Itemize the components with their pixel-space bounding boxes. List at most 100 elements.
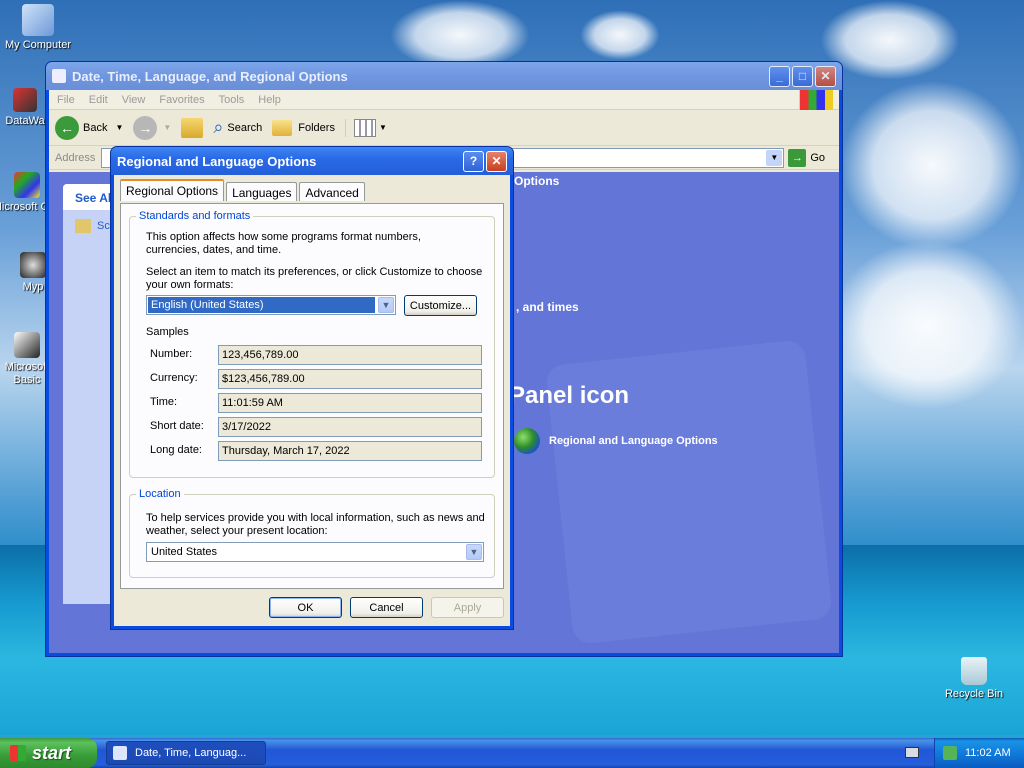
clock[interactable]: 11:02 AM — [965, 747, 1011, 759]
cloud — [390, 0, 530, 70]
go-button[interactable]: → Go — [788, 148, 825, 167]
computer-icon — [22, 4, 54, 36]
sample-long-date-label: Long date: — [150, 444, 202, 456]
sample-currency-label: Currency: — [150, 372, 198, 384]
sample-short-date-label: Short date: — [150, 420, 204, 432]
cancel-button[interactable]: Cancel — [350, 597, 423, 618]
customize-button[interactable]: Customize... — [404, 295, 477, 316]
system-tray: 11:02 AM — [934, 738, 1024, 768]
search-icon: ⌕ — [213, 117, 224, 137]
sample-currency-value: $123,456,789.00 — [218, 369, 482, 389]
minimize-button[interactable]: _ — [769, 65, 790, 87]
location-dropdown[interactable]: United States ▼ — [146, 542, 484, 562]
network-icon[interactable] — [943, 746, 957, 760]
forward-arrow-icon: → — [133, 115, 158, 140]
menu-view[interactable]: View — [122, 94, 146, 106]
desktop-icon-my-computer[interactable]: My Computer — [1, 4, 75, 52]
regional-options-panel: Standards and formats This option affect… — [120, 203, 504, 589]
tab-languages[interactable]: Languages — [226, 182, 298, 201]
scheduled-tasks-icon — [75, 219, 91, 233]
explorer-titlebar[interactable]: Date, Time, Language, and Regional Optio… — [46, 62, 842, 90]
chevron-down-icon[interactable]: ▼ — [466, 544, 482, 560]
keyboard-icon[interactable] — [905, 747, 919, 758]
format-dropdown[interactable]: English (United States) ▼ — [146, 295, 396, 315]
dialog-titlebar[interactable]: Regional and Language Options ? ✕ — [111, 147, 513, 175]
windows-flag-icon — [10, 745, 26, 761]
date-time-task-fragment[interactable]: , and times — [516, 300, 579, 314]
regional-language-link[interactable]: Regional and Language Options — [514, 428, 718, 454]
location-group: Location To help services provide you wi… — [129, 488, 495, 578]
close-button[interactable]: ✕ — [486, 150, 507, 172]
apply-button[interactable]: Apply — [431, 597, 504, 618]
forward-button[interactable]: → ▼ — [133, 115, 172, 140]
tab-regional-options[interactable]: Regional Options — [120, 179, 225, 201]
shortcut-icon — [20, 252, 46, 278]
regional-language-dialog[interactable]: Regional and Language Options ? ✕ Region… — [110, 146, 514, 630]
search-label: Search — [227, 121, 263, 134]
desktop-icon-recycle-bin[interactable]: Recycle Bin — [937, 657, 1011, 701]
dialog-title: Regional and Language Options — [117, 153, 317, 169]
cloud — [580, 10, 660, 60]
up-folder-icon — [181, 117, 204, 138]
desktop-icon-label: Recycle Bin — [944, 688, 1004, 700]
back-arrow-icon: ← — [55, 115, 79, 140]
chevron-down-icon[interactable]: ▼ — [766, 149, 783, 166]
location-legend: Location — [136, 488, 184, 500]
menu-edit[interactable]: Edit — [89, 94, 108, 106]
options-heading-fragment: Options — [514, 174, 560, 188]
panel-icon-heading: Panel icon — [509, 382, 630, 409]
standards-prompt: Select an item to match its preferences,… — [146, 266, 483, 291]
sample-long-date-value: Thursday, March 17, 2022 — [218, 441, 482, 461]
windows-logo-icon — [799, 89, 833, 110]
tab-advanced[interactable]: Advanced — [299, 182, 365, 201]
menu-favorites[interactable]: Favorites — [159, 94, 204, 106]
folder-icon — [272, 119, 293, 136]
up-folder-button[interactable] — [181, 117, 204, 138]
chevron-down-icon: ▼ — [378, 123, 387, 132]
menu-file[interactable]: File — [57, 94, 75, 106]
explorer-title: Date, Time, Language, and Regional Optio… — [72, 68, 348, 84]
start-button[interactable]: start — [0, 738, 97, 768]
maximize-button[interactable]: □ — [792, 65, 813, 87]
standards-formats-group: Standards and formats This option affect… — [129, 210, 495, 478]
ok-button[interactable]: OK — [269, 597, 342, 618]
desktop-icon-label: My Computer — [4, 39, 72, 51]
sample-number-label: Number: — [150, 348, 193, 360]
format-dropdown-value: English (United States) — [148, 297, 375, 313]
back-label: Back — [83, 121, 108, 134]
chevron-down-icon[interactable]: ▼ — [378, 297, 394, 313]
folders-button[interactable]: Folders — [272, 119, 335, 136]
search-button[interactable]: ⌕ Search — [213, 117, 262, 138]
sample-time-value: 11:01:59 AM — [218, 393, 482, 413]
sample-short-date-value: 3/17/2022 — [218, 417, 482, 437]
help-button[interactable]: ? — [463, 150, 484, 172]
standards-description: This option affects how some programs fo… — [146, 231, 421, 256]
taskbar: start Date, Time, Languag... 11:02 AM — [0, 738, 1024, 768]
cloud — [840, 80, 1024, 250]
sample-number-value: 123,456,789.00 — [218, 345, 482, 365]
views-button[interactable]: ▼ — [344, 118, 387, 137]
location-dropdown-value: United States — [151, 546, 218, 558]
back-button[interactable]: ← Back ▼ — [55, 115, 123, 140]
shortcut-icon — [14, 172, 40, 198]
views-icon — [353, 118, 376, 137]
dialog-tabs: Regional Options Languages Advanced — [120, 179, 367, 201]
control-panel-icon — [113, 746, 127, 760]
go-label: Go — [810, 151, 825, 164]
menu-bar: File Edit View Favorites Tools Help — [49, 89, 839, 110]
chevron-down-icon: ▼ — [163, 123, 172, 132]
start-label: start — [32, 742, 72, 763]
close-button[interactable]: ✕ — [815, 65, 836, 87]
menu-help[interactable]: Help — [258, 94, 281, 106]
menu-tools[interactable]: Tools — [219, 94, 245, 106]
control-panel-icon — [52, 69, 66, 83]
samples-list: Number: 123,456,789.00 Currency: $123,45… — [138, 345, 488, 465]
taskbar-item-date-time[interactable]: Date, Time, Languag... — [106, 741, 266, 765]
regional-language-link-label: Regional and Language Options — [549, 435, 718, 447]
address-label: Address — [55, 151, 96, 164]
taskbar-item-label: Date, Time, Languag... — [135, 747, 247, 759]
folders-label: Folders — [298, 121, 335, 134]
dialog-body: Regional Options Languages Advanced Stan… — [114, 175, 510, 626]
shortcut-icon — [14, 332, 40, 358]
standards-formats-legend: Standards and formats — [136, 210, 254, 222]
